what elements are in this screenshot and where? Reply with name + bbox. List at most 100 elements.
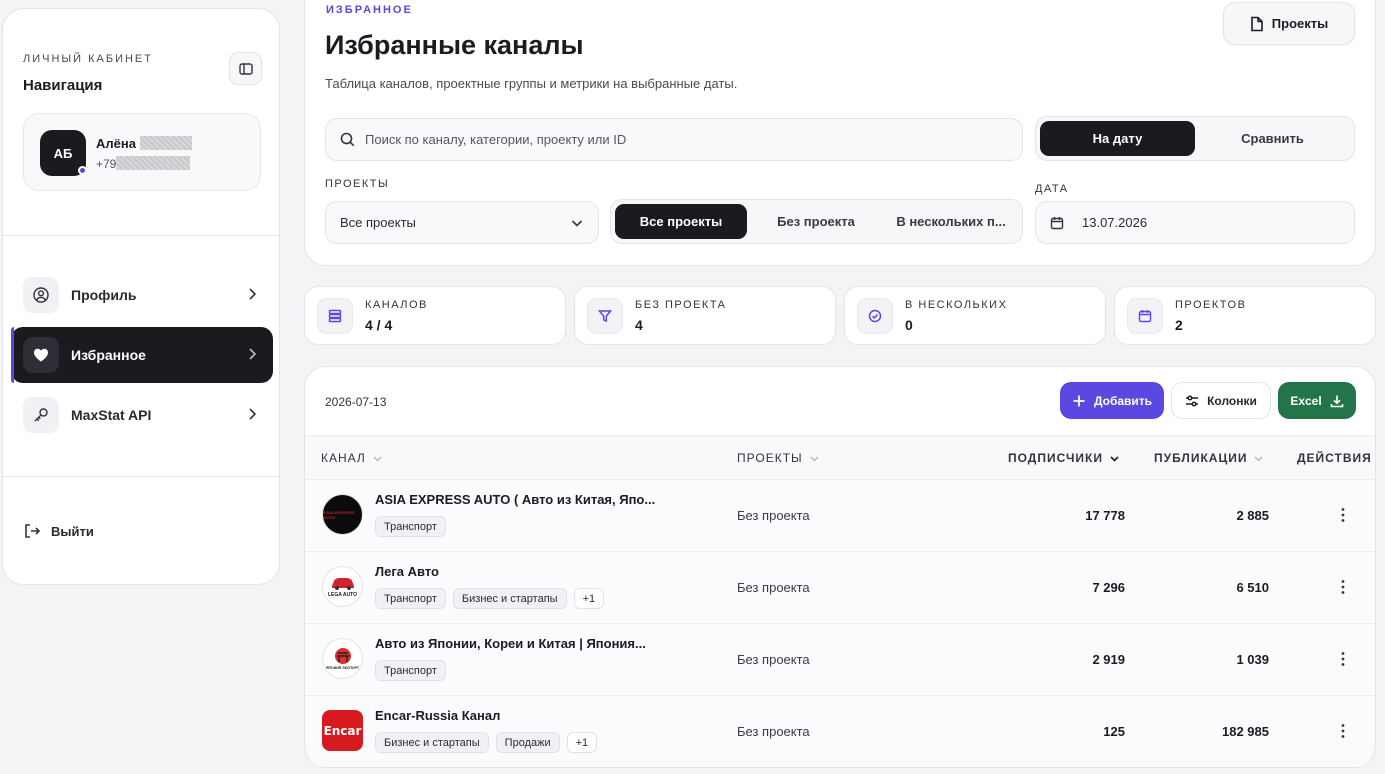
user-phone: +79 [96,156,191,171]
search-bar[interactable] [325,118,1023,161]
check-circle-icon [857,298,893,334]
search-icon [340,132,355,147]
table-row[interactable]: ASIA EXPRESS AUTO ASIA EXPRESS AUTO ( Ав… [305,479,1375,551]
row-actions-button[interactable] [1335,576,1351,598]
channel-publications: 182 985 [1222,724,1269,739]
channel-project: Без проекта [737,580,810,595]
channel-name[interactable]: Авто из Японии, Кореи и Китая | Япония..… [375,636,646,651]
category-tag: Транспорт [375,516,446,537]
channel-tags: Бизнес и стартапы Продажи +1 [375,732,598,753]
collapse-sidebar-button[interactable] [229,52,262,85]
stat-channels: КАНАЛОВ 4 / 4 [304,286,566,345]
channel-tags: Транспорт Бизнес и стартапы +1 [375,588,605,609]
sidebar-item-profile[interactable]: Профиль [11,267,273,323]
channel-logo: ЯПОНИЯ ЭКСПОРТ [322,638,363,679]
channel-tags: Транспорт [375,660,446,681]
stat-label: ПРОЕКТОВ [1175,299,1247,311]
channel-subscribers: 17 778 [1085,508,1125,523]
filter-all-projects[interactable]: Все проекты [615,204,747,239]
chevron-down-icon [1110,455,1119,462]
more-vertical-icon [1341,508,1345,522]
more-tags-badge[interactable]: +1 [573,588,605,609]
category-tag: Бизнес и стартапы [452,588,567,609]
row-actions-button[interactable] [1335,720,1351,742]
channel-project: Без проекта [737,508,810,523]
sidebar-kicker: ЛИЧНЫЙ КАБИНЕТ [23,53,153,65]
stat-label: В НЕСКОЛЬКИХ [905,299,1008,311]
table-row[interactable]: LEGA AUTO Лега Авто Транспорт Бизнес и с… [305,551,1375,623]
sidebar-item-label: Избранное [71,347,146,363]
download-icon [1330,395,1343,407]
sidebar-item-favorites[interactable]: Избранное [11,327,273,383]
projects-select[interactable]: Все проекты [325,201,599,244]
projects-button[interactable]: Проекты [1223,2,1355,45]
document-icon [1250,16,1263,31]
stat-value: 4 [635,317,643,333]
key-icon [23,397,59,433]
stat-value: 0 [905,317,913,333]
projects-select-value: Все проекты [340,215,416,230]
chevron-down-icon [810,456,819,461]
column-header-publications[interactable]: ПУБЛИКАЦИИ [1154,451,1264,465]
filter-no-project[interactable]: Без проекта [747,204,885,239]
channel-logo: LEGA AUTO [322,566,363,607]
channel-tags: Транспорт [375,516,446,537]
more-vertical-icon [1341,724,1345,738]
redacted-surname [139,136,192,150]
projects-button-label: Проекты [1271,16,1329,31]
list-icon [317,298,353,334]
columns-button[interactable]: Колонки [1171,382,1271,419]
logout-button[interactable]: Выйти [23,522,94,540]
table-header: КАНАЛ ПРОЕКТЫ ПОДПИСЧИКИ ПУБЛИКАЦИИ ДЕЙС… [305,435,1375,479]
column-header-subscribers[interactable]: ПОДПИСЧИКИ [1008,451,1120,465]
channel-name[interactable]: ASIA EXPRESS AUTO ( Авто из Китая, Япо..… [375,492,655,507]
add-channel-button[interactable]: Добавить [1060,382,1164,419]
search-input[interactable] [365,132,965,147]
more-vertical-icon [1341,580,1345,594]
more-tags-badge[interactable]: +1 [566,732,598,753]
channel-name[interactable]: Encar-Russia Канал [375,708,500,723]
column-header-channel[interactable]: КАНАЛ [321,451,383,465]
chevron-down-icon [571,219,583,227]
redacted-phone [116,156,191,170]
more-vertical-icon [1341,652,1345,666]
online-status-dot [78,166,87,175]
channel-logo: ASIA EXPRESS AUTO [322,494,363,535]
date-label: ДАТА [1035,183,1069,195]
channel-publications: 2 885 [1236,508,1269,523]
sidebar: ЛИЧНЫЙ КАБИНЕТ Навигация АБ Алёна +79 Пр… [2,8,280,585]
heart-icon [23,337,59,373]
column-header-projects[interactable]: ПРОЕКТЫ [737,451,820,465]
car-logo-icon [331,577,354,590]
channel-name[interactable]: Лега Авто [375,564,439,579]
sidebar-divider [3,235,279,236]
calendar-icon [1050,216,1064,229]
user-circle-icon [23,277,59,313]
columns-button-label: Колонки [1207,393,1257,408]
filter-icon [587,298,623,334]
chevron-right-icon [249,348,257,360]
row-actions-button[interactable] [1335,648,1351,670]
column-header-label: ПУБЛИКАЦИИ [1154,451,1248,465]
channel-project: Без проекта [737,724,810,739]
row-actions-button[interactable] [1335,504,1351,526]
table-row[interactable]: Encar Encar-Russia Канал Бизнес и старта… [305,695,1375,767]
user-card[interactable]: АБ Алёна +79 [23,113,261,191]
table-row[interactable]: ЯПОНИЯ ЭКСПОРТ Авто из Японии, Кореи и К… [305,623,1375,695]
mode-compare-button[interactable]: Сравнить [1195,121,1350,156]
category-tag: Транспорт [375,660,446,681]
excel-export-button[interactable]: Excel [1278,382,1356,419]
filter-multiple-projects[interactable]: В нескольких п... [885,204,1017,239]
sidebar-item-label: Профиль [71,287,137,303]
add-button-label: Добавить [1093,393,1153,408]
sidebar-item-maxstat-api[interactable]: MaxStat API [11,387,273,443]
mode-on-date-button[interactable]: На дату [1040,121,1195,156]
chevron-right-icon [249,408,257,420]
category-tag: Продажи [495,732,560,753]
date-field[interactable]: 13.07.2026 [1035,201,1355,244]
stat-value: 2 [1175,317,1183,333]
chevron-down-icon [1254,456,1263,461]
sidebar-item-label: MaxStat API [71,407,152,423]
date-value: 13.07.2026 [1082,215,1148,230]
channel-subscribers: 125 [1103,724,1125,739]
